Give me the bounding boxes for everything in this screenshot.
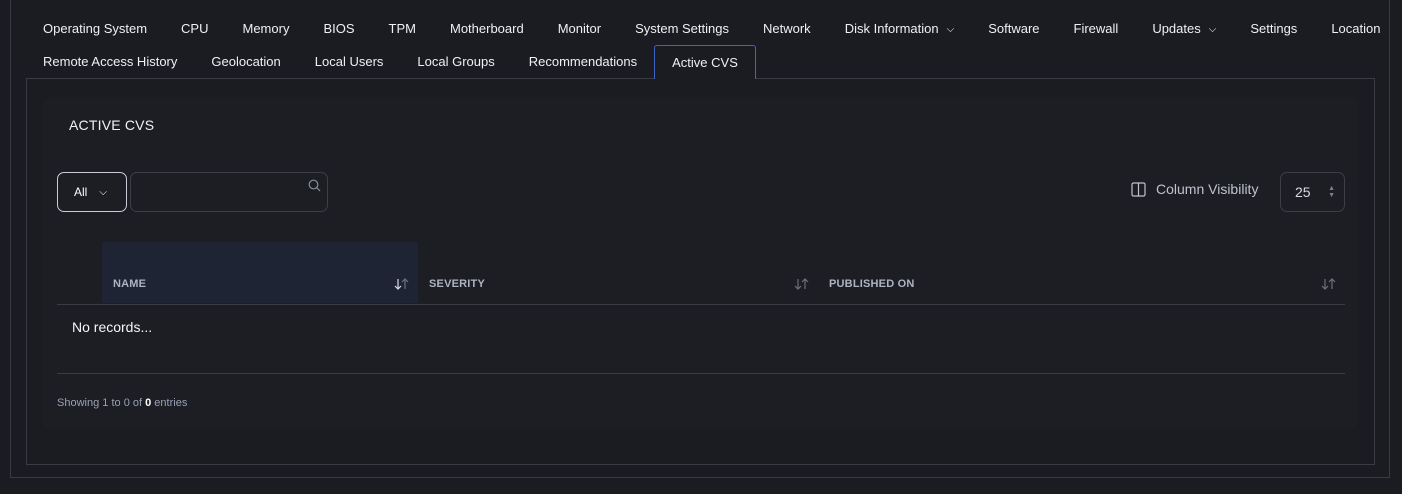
column-header-label: PUBLISHED ON (829, 278, 915, 290)
tab-row-2: Remote Access History Geolocation Local … (26, 44, 1376, 79)
tab-monitor[interactable]: Monitor (541, 12, 618, 45)
filter-select[interactable]: All ⌵ (57, 172, 127, 212)
tab-label: BIOS (323, 21, 355, 36)
empty-table-message: No records... (72, 319, 153, 335)
chevron-down-icon: ⌵ (99, 186, 107, 198)
column-visibility-button[interactable]: Column Visibility (1131, 181, 1258, 197)
tab-geolocation[interactable]: Geolocation (194, 45, 297, 78)
chevron-down-icon: ⌵ (946, 24, 955, 35)
columns-icon (1131, 181, 1146, 197)
table-info-to: 0 (123, 397, 130, 409)
tab-operating-system[interactable]: Operating System (26, 12, 164, 45)
tab-recommendations[interactable]: Recommendations (512, 45, 654, 78)
tab-label: Local Groups (417, 54, 495, 69)
tab-location[interactable]: Location (1314, 12, 1397, 45)
column-header-label: SEVERITY (429, 278, 486, 290)
filter-select-value: All (74, 185, 88, 199)
tab-local-groups[interactable]: Local Groups (400, 45, 511, 78)
tab-updates[interactable]: Updates ⌵ (1135, 12, 1233, 45)
tab-bar: Operating System CPU Memory BIOS TPM Mot… (26, 12, 1380, 79)
tab-active-cvs[interactable]: Active CVS (654, 44, 756, 79)
tab-label: Firewall (1073, 21, 1119, 36)
active-cvs-card: ACTIVE CVS All ⌵ Column Visibility 25 ▲ ▼… (43, 97, 1358, 429)
search-input[interactable] (131, 173, 303, 211)
tab-tpm[interactable]: TPM (372, 12, 433, 45)
tab-software[interactable]: Software (971, 12, 1056, 45)
column-header-severity[interactable]: SEVERITY (418, 242, 818, 303)
tab-label: System Settings (635, 21, 729, 36)
tab-label: CPU (181, 21, 209, 36)
table-info-suffix: entries (154, 397, 188, 409)
tab-label: Network (763, 21, 811, 36)
column-visibility-label: Column Visibility (1156, 181, 1259, 197)
tab-system-settings[interactable]: System Settings (618, 12, 746, 45)
search-box (130, 172, 328, 212)
table-info-total: 0 (145, 397, 152, 409)
table-info: Showing 1 to 0 of 0 entries (57, 397, 188, 409)
table-info-from: 1 (102, 397, 109, 409)
up-down-arrows-icon: ▲ ▼ (1328, 185, 1335, 199)
tab-label: Operating System (43, 21, 148, 36)
table-footer-divider (57, 373, 1345, 374)
tab-label: Active CVS (672, 54, 738, 70)
tab-label: Location (1331, 21, 1381, 36)
sort-icon (394, 278, 410, 290)
search-icon[interactable] (308, 179, 321, 197)
tab-label: Recommendations (528, 54, 638, 69)
tab-remote-access-history[interactable]: Remote Access History (26, 45, 194, 78)
table-info-prefix: Showing (57, 397, 100, 409)
tab-label: Disk Information (844, 21, 939, 36)
tab-cpu[interactable]: CPU (164, 12, 225, 45)
column-header-label: NAME (113, 278, 147, 290)
tab-local-users[interactable]: Local Users (298, 45, 401, 78)
tab-label: Monitor (557, 21, 602, 36)
page-size-value: 25 (1295, 184, 1311, 200)
tab-row-1: Operating System CPU Memory BIOS TPM Mot… (26, 12, 1380, 45)
tab-label: Geolocation (211, 54, 281, 69)
tab-label: Remote Access History (43, 54, 178, 69)
tab-bios[interactable]: BIOS (306, 12, 371, 45)
column-header-published-on[interactable]: PUBLISHED ON (818, 242, 1345, 303)
tab-settings[interactable]: Settings (1233, 12, 1314, 45)
tab-firewall[interactable]: Firewall (1057, 12, 1136, 45)
table-header: NAME SEVERITY PUBLISHED ON (57, 242, 1345, 305)
tab-label: Software (988, 21, 1040, 36)
page-size-select[interactable]: 25 ▲ ▼ (1280, 172, 1345, 212)
sort-icon (1321, 278, 1337, 290)
tab-label: Local Users (314, 54, 384, 69)
tab-label: Memory (242, 21, 290, 36)
tab-panel: ACTIVE CVS All ⌵ Column Visibility 25 ▲ ▼… (26, 78, 1375, 465)
tab-label: Updates (1152, 21, 1201, 36)
column-header-name[interactable]: NAME (102, 242, 418, 303)
tab-network[interactable]: Network (746, 12, 828, 45)
tab-memory[interactable]: Memory (226, 12, 307, 45)
card-title: ACTIVE CVS (69, 117, 155, 133)
tab-label: Settings (1250, 21, 1298, 36)
sort-icon (794, 278, 810, 290)
tab-motherboard[interactable]: Motherboard (433, 12, 541, 45)
chevron-down-icon: ⌵ (1208, 24, 1217, 35)
tab-disk-information[interactable]: Disk Information ⌵ (828, 12, 972, 45)
tab-label: Motherboard (449, 21, 524, 36)
tab-label: TPM (388, 21, 416, 36)
